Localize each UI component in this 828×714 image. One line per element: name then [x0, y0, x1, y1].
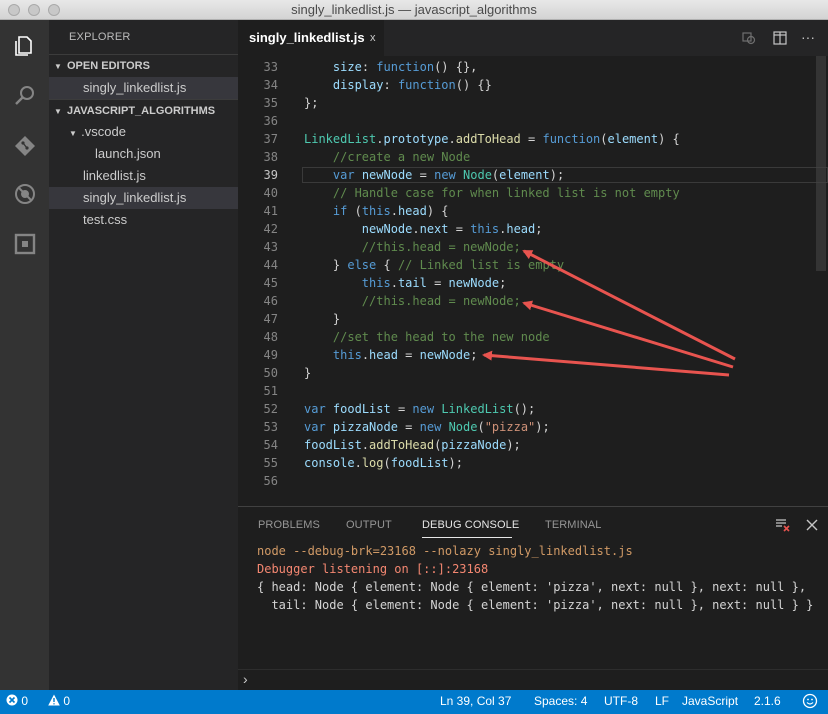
- search-icon[interactable]: [0, 76, 49, 116]
- tab-singly-linkedlist-js[interactable]: singly_linkedlist.js x: [238, 20, 384, 56]
- language-mode[interactable]: JavaScript: [682, 694, 738, 708]
- code-line: 51: [263, 384, 278, 398]
- code-line: 50}: [263, 366, 312, 380]
- editor-scrollbar[interactable]: [814, 56, 828, 506]
- file-test-css[interactable]: test.css: [49, 209, 238, 231]
- console-line: node --debug-brk=23168 --nolazy singly_l…: [257, 544, 633, 558]
- code-line: 42 newNode.next = this.head;: [263, 222, 543, 236]
- activity-bar: [0, 20, 49, 690]
- bottom-panel: PROBLEMS OUTPUT DEBUG CONSOLE TERMINAL n…: [238, 506, 828, 690]
- editor-tab-bar: singly_linkedlist.js x ···: [238, 20, 828, 56]
- code-line: 40 // Handle case for when linked list i…: [263, 186, 680, 200]
- chevron-down-icon: ▼: [69, 129, 80, 138]
- code-line: 37 LinkedList.prototype.addToHead = funct…: [263, 132, 680, 146]
- code-line: 34 display: function() {}: [263, 78, 492, 92]
- open-changes-icon[interactable]: [741, 30, 757, 46]
- code-line: 54 foodList.addToHead(pizzaNode);: [263, 438, 521, 452]
- close-panel-icon[interactable]: [804, 517, 820, 533]
- code-line: 47 }: [263, 312, 341, 326]
- console-line: Debugger listening on [::]:23168: [257, 562, 489, 576]
- error-icon: [6, 694, 18, 706]
- indentation[interactable]: Spaces: 4: [534, 694, 587, 708]
- code-line: 52 var foodList = new LinkedList();: [263, 402, 536, 416]
- code-line: 56: [263, 474, 278, 488]
- open-editors-section[interactable]: ▼ OPEN EDITORS: [49, 54, 238, 76]
- open-editors-label: OPEN EDITORS: [67, 60, 150, 72]
- tab-problems[interactable]: PROBLEMS: [258, 519, 320, 531]
- code-line: 38 //create a new Node: [263, 150, 471, 164]
- encoding[interactable]: UTF-8: [604, 694, 638, 708]
- code-line: 48 //set the head to the new node: [263, 330, 550, 344]
- window-title: singly_linkedlist.js — javascript_algori…: [291, 2, 537, 17]
- split-editor-icon[interactable]: [772, 30, 788, 46]
- project-section[interactable]: ▼ JAVASCRIPT_ALGORITHMS: [49, 99, 238, 121]
- open-editor-item[interactable]: singly_linkedlist.js: [49, 77, 238, 99]
- cursor-position[interactable]: Ln 39, Col 37: [440, 694, 511, 708]
- tab-debug-console[interactable]: DEBUG CONSOLE: [422, 519, 519, 531]
- project-label: JAVASCRIPT_ALGORITHMS: [67, 105, 216, 117]
- prompt-chevron-icon: ›: [243, 671, 248, 687]
- explorer-icon[interactable]: [0, 26, 49, 66]
- active-tab-underline: [422, 537, 512, 538]
- code-line: 35};: [263, 96, 319, 110]
- tab-terminal[interactable]: TERMINAL: [545, 519, 601, 531]
- chevron-down-icon: ▼: [54, 62, 62, 71]
- code-line: 49 this.head = newNode;: [263, 348, 478, 362]
- code-line-current: 39 var newNode = new Node(element);: [263, 168, 565, 182]
- folder-vscode[interactable]: ▼ .vscode: [49, 121, 238, 143]
- end-of-line[interactable]: LF: [655, 694, 669, 708]
- git-icon[interactable]: [0, 126, 49, 166]
- explorer-sidebar: EXPLORER ▼ OPEN EDITORS singly_linkedlist…: [49, 20, 238, 690]
- code-line: 46 //this.head = newNode;: [263, 294, 521, 308]
- code-line: 53 var pizzaNode = new Node("pizza");: [263, 420, 550, 434]
- warning-icon: [48, 694, 60, 706]
- chevron-down-icon: ▼: [54, 107, 62, 116]
- status-bar: 0 0 Ln 39, Col 37 Spaces: 4 UTF-8 LF Jav…: [0, 690, 828, 714]
- code-line: 41 if (this.head) {: [263, 204, 449, 218]
- typescript-version[interactable]: 2.1.6: [754, 694, 781, 708]
- more-actions-icon[interactable]: ···: [800, 30, 816, 46]
- console-input[interactable]: ›: [238, 669, 828, 691]
- warnings-indicator[interactable]: 0: [48, 694, 70, 708]
- errors-indicator[interactable]: 0: [6, 694, 28, 708]
- feedback-icon[interactable]: [802, 693, 818, 712]
- tab-label: singly_linkedlist.js: [249, 30, 365, 45]
- close-icon[interactable]: x: [370, 20, 376, 56]
- clear-console-icon[interactable]: [774, 517, 790, 533]
- console-line: { head: Node { element: Node { element: …: [257, 580, 807, 594]
- file-singly-linkedlist-js[interactable]: singly_linkedlist.js: [49, 187, 238, 209]
- code-line: 43 //this.head = newNode;: [263, 240, 521, 254]
- file-linkedlist-js[interactable]: linkedlist.js: [49, 165, 238, 187]
- code-line: 33 size: function() {},: [263, 60, 478, 74]
- code-editor[interactable]: 33 size: function() {}, 34 display: func…: [238, 56, 828, 506]
- extensions-icon[interactable]: [0, 224, 49, 264]
- code-line: 36: [263, 114, 278, 128]
- window-titlebar: singly_linkedlist.js — javascript_algori…: [0, 0, 828, 20]
- code-line: 44 } else { // Linked list is empty: [263, 258, 565, 272]
- code-line: 45 this.tail = newNode;: [263, 276, 507, 290]
- console-line: tail: Node { element: Node { element: 'p…: [257, 598, 814, 612]
- scrollbar-thumb[interactable]: [816, 56, 826, 271]
- sidebar-title: EXPLORER: [69, 31, 131, 43]
- code-line: 55 console.log(foodList);: [263, 456, 463, 470]
- file-launch-json[interactable]: launch.json: [49, 143, 238, 165]
- debug-icon[interactable]: [0, 174, 49, 214]
- tab-output[interactable]: OUTPUT: [346, 519, 392, 531]
